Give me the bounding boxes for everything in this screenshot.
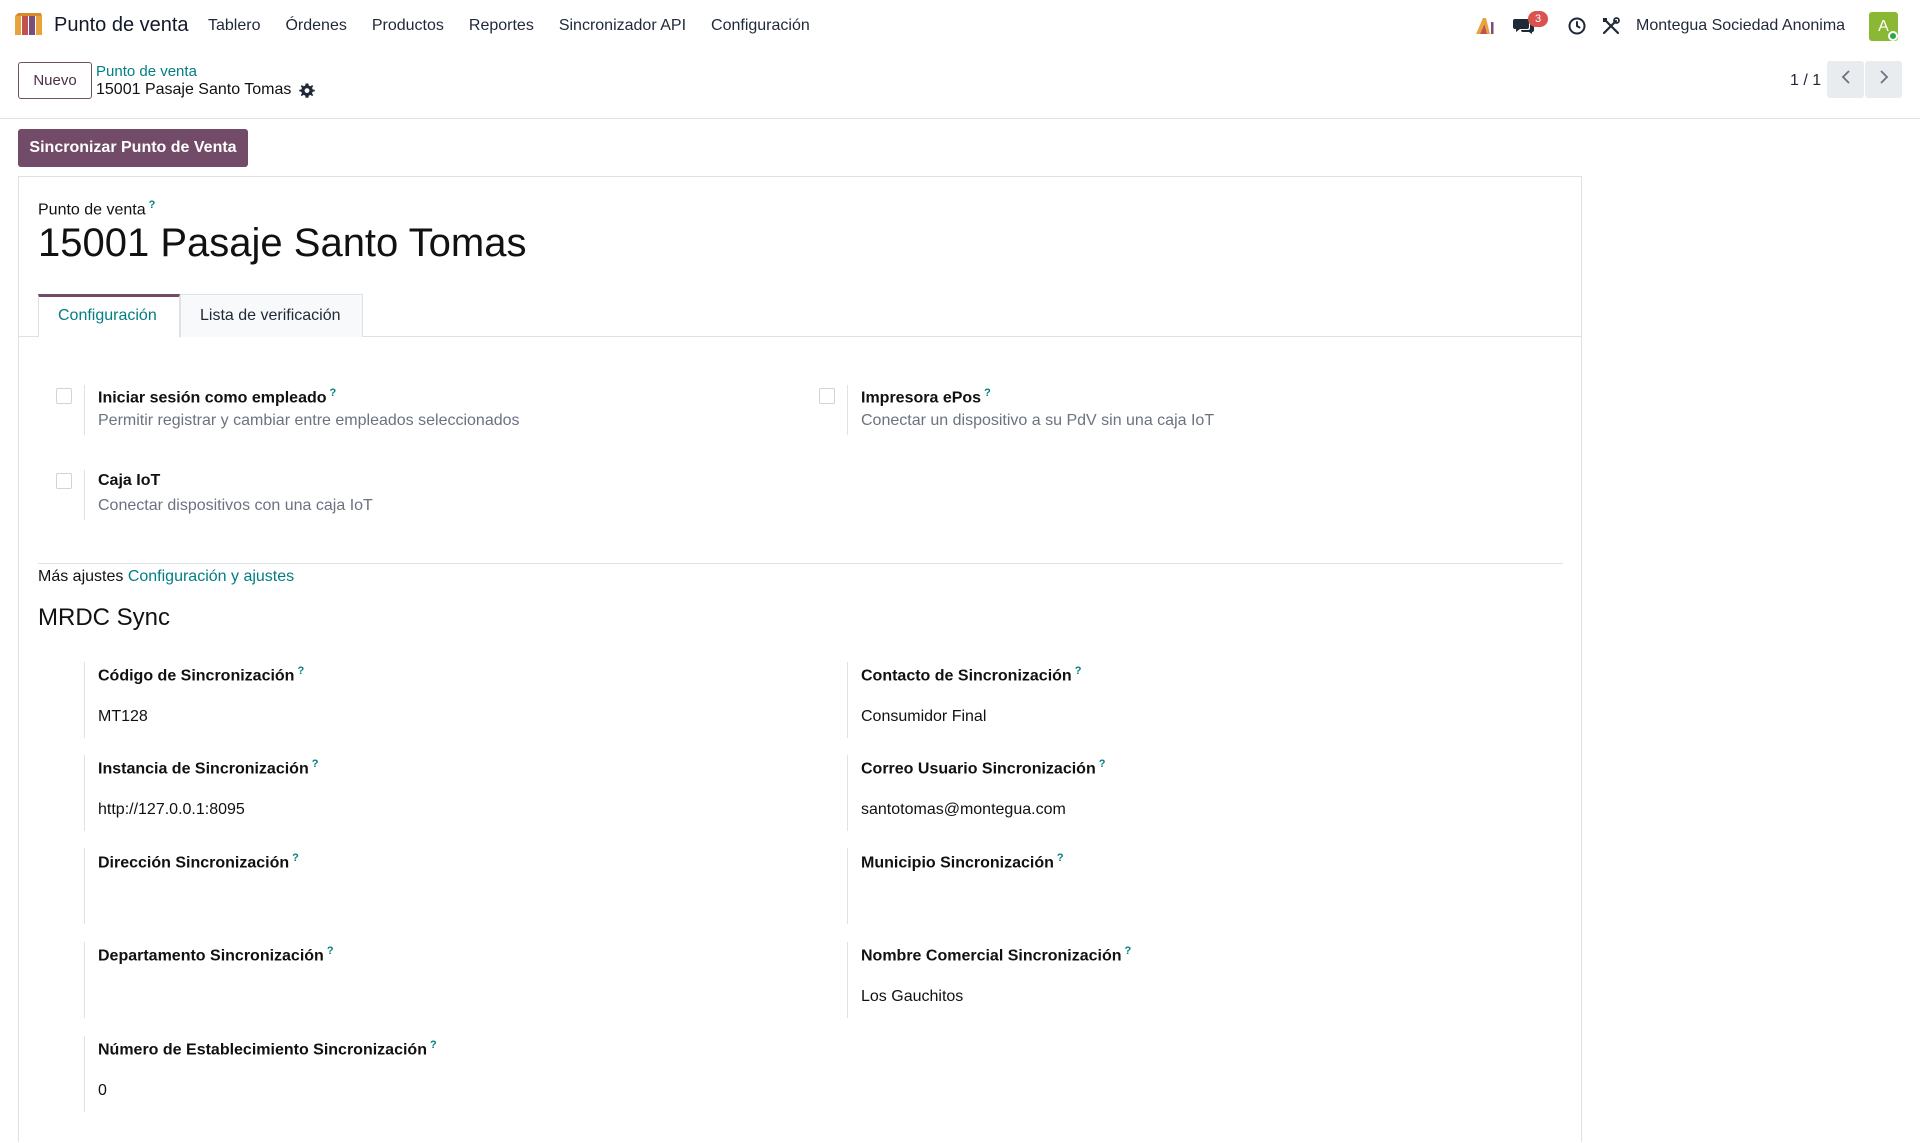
sync-trade-name-label-text: Nombre Comercial Sincronización [861, 947, 1122, 965]
menu-item-sincronizador-api[interactable]: Sincronizador API [559, 17, 686, 35]
sync-instance-field[interactable]: http://127.0.0.1:8095 [98, 801, 245, 819]
setting-separator [847, 385, 848, 435]
help-tooltip-icon[interactable]: ? [1099, 758, 1106, 770]
sync-contact-label-text: Contacto de Sincronización [861, 667, 1072, 685]
sync-department-label: Departamento Sincronización? [98, 945, 334, 965]
sync-contact-label: Contacto de Sincronización? [861, 665, 1081, 685]
control-panel: Nuevo Punto de venta 15001 Pasaje Santo … [0, 52, 1920, 119]
settings-link[interactable]: Configuración y ajustes [128, 568, 294, 585]
chevron-left-icon [1840, 69, 1852, 90]
more-settings-label: Más ajustes [38, 568, 124, 585]
help-tooltip-icon[interactable]: ? [292, 852, 299, 864]
more-settings-row: Más ajustes Configuración y ajustes [38, 568, 294, 586]
sync-address-label: Dirección Sincronización? [98, 852, 299, 872]
pager-previous-button[interactable] [1827, 61, 1864, 98]
field-separator [847, 755, 848, 831]
help-tooltip-icon[interactable]: ? [1125, 945, 1132, 957]
menu-item-productos[interactable]: Productos [372, 17, 444, 35]
menu-item-reportes[interactable]: Reportes [469, 17, 534, 35]
employee-login-checkbox[interactable] [56, 388, 72, 404]
menu-item-ordenes[interactable]: Órdenes [285, 17, 346, 35]
setting-label-employee-login: Iniciar sesión como empleado? [98, 387, 336, 407]
setting-separator [84, 470, 85, 520]
help-tooltip-icon[interactable]: ? [430, 1039, 437, 1051]
help-tooltip-icon[interactable]: ? [149, 199, 156, 211]
form-sheet: Punto de venta? 15001 Pasaje Santo Tomas… [18, 176, 1582, 1142]
sync-establishment-number-field[interactable]: 0 [98, 1082, 107, 1100]
sync-trade-name-label: Nombre Comercial Sincronización? [861, 945, 1131, 965]
sync-pos-button[interactable]: Sincronizar Punto de Venta [18, 129, 248, 167]
pos-app-logo-icon[interactable] [14, 13, 44, 37]
help-tooltip-icon[interactable]: ? [330, 387, 337, 399]
pos-name-field[interactable]: 15001 Pasaje Santo Tomas [38, 221, 527, 266]
name-field-caption: Punto de venta? [38, 199, 155, 219]
sync-municipality-label: Municipio Sincronización? [861, 852, 1064, 872]
breadcrumb-current-record: 15001 Pasaje Santo Tomas [96, 81, 292, 98]
setting-description-employee-login: Permitir registrar y cambiar entre emple… [98, 412, 520, 429]
field-separator [84, 755, 85, 831]
epos-printer-checkbox[interactable] [819, 388, 835, 404]
top-navbar: Punto de venta Tablero Órdenes Productos… [0, 0, 1920, 52]
setting-label-text: Iniciar sesión como empleado [98, 389, 327, 407]
new-button[interactable]: Nuevo [18, 62, 92, 99]
name-field-label: Punto de venta [38, 201, 146, 219]
sync-code-label: Código de Sincronización? [98, 665, 304, 685]
notebook-tabs: Configuración Lista de verificación [19, 294, 1581, 338]
sync-establishment-number-label: Número de Establecimiento Sincronización… [98, 1039, 437, 1059]
app-name[interactable]: Punto de venta [54, 14, 189, 37]
sync-instance-label-text: Instancia de Sincronización [98, 760, 309, 778]
help-tooltip-icon[interactable]: ? [297, 665, 304, 677]
setting-description-epos-printer: Conectar un dispositivo a su PdV sin una… [861, 412, 1215, 429]
messages-count-badge: 3 [1528, 11, 1548, 27]
pager-value[interactable]: 1 / 1 [1790, 72, 1821, 90]
field-separator [84, 942, 85, 1018]
sync-trade-name-field[interactable]: Los Gauchitos [861, 988, 963, 1006]
sync-instance-label: Instancia de Sincronización? [98, 758, 318, 778]
field-separator [847, 662, 848, 738]
tab-configuracion[interactable]: Configuración [38, 294, 180, 338]
help-tooltip-icon[interactable]: ? [984, 387, 991, 399]
pager-next-button[interactable] [1865, 61, 1902, 98]
setting-separator [84, 385, 85, 435]
company-switcher[interactable]: Montegua Sociedad Anonima [1636, 17, 1845, 35]
sync-user-email-label: Correo Usuario Sincronización? [861, 758, 1105, 778]
sync-establishment-number-label-text: Número de Establecimiento Sincronización [98, 1041, 427, 1059]
sync-address-label-text: Dirección Sincronización [98, 854, 290, 872]
main-menu: Tablero Órdenes Productos Reportes Sincr… [208, 17, 835, 35]
tab-lista-de-verificacion[interactable]: Lista de verificación [180, 294, 363, 337]
sync-user-email-label-text: Correo Usuario Sincronización [861, 760, 1096, 778]
menu-item-tablero[interactable]: Tablero [208, 17, 260, 35]
field-separator [84, 848, 85, 924]
sync-department-label-text: Departamento Sincronización [98, 947, 324, 965]
help-tooltip-icon[interactable]: ? [1075, 665, 1082, 677]
help-tooltip-icon[interactable]: ? [1057, 852, 1064, 864]
sync-user-email-field[interactable]: santotomas@montegua.com [861, 801, 1066, 819]
online-status-dot [1888, 31, 1898, 41]
iot-box-checkbox[interactable] [56, 473, 72, 489]
section-divider [38, 563, 1563, 564]
sync-contact-field[interactable]: Consumidor Final [861, 708, 986, 726]
field-separator [84, 662, 85, 738]
setting-label-iot-box: Caja IoT [98, 472, 161, 489]
field-separator [84, 1036, 85, 1112]
field-separator [847, 942, 848, 1018]
debug-tools-icon[interactable] [1600, 15, 1622, 37]
sync-municipality-label-text: Municipio Sincronización [861, 854, 1054, 872]
chevron-right-icon [1878, 69, 1890, 90]
field-separator [847, 848, 848, 924]
setting-label-text: Impresora ePos [861, 389, 982, 407]
sync-code-field[interactable]: MT128 [98, 708, 148, 726]
breadcrumb-punto-de-venta[interactable]: Punto de venta [96, 63, 197, 80]
gear-icon[interactable] [298, 82, 316, 100]
help-tooltip-icon[interactable]: ? [312, 758, 319, 770]
activity-clock-icon[interactable] [1566, 15, 1588, 37]
help-tooltip-icon[interactable]: ? [327, 945, 334, 957]
section-title-mrdc-sync: MRDC Sync [38, 604, 171, 631]
sync-code-label-text: Código de Sincronización [98, 667, 295, 685]
menu-item-configuracion[interactable]: Configuración [711, 17, 810, 35]
setting-label-epos-printer: Impresora ePos? [861, 387, 991, 407]
setting-description-iot-box: Conectar dispositivos con una caja IoT [98, 497, 373, 514]
ai-assistant-icon[interactable] [1474, 15, 1496, 37]
